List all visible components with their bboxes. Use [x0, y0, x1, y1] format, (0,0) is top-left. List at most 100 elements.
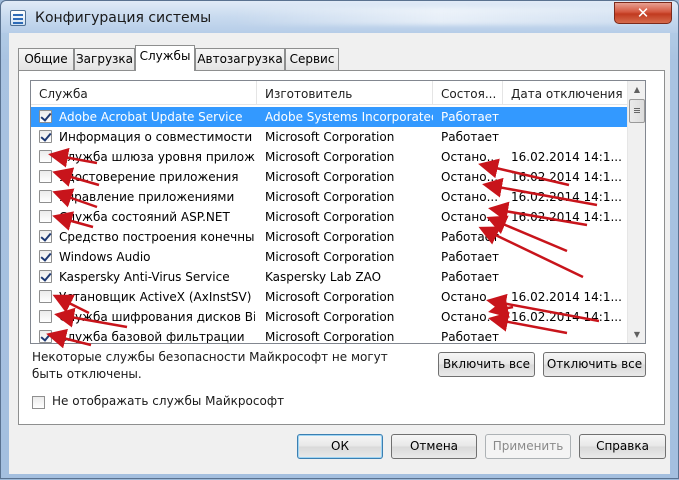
manufacturer-cell: Microsoft Corporation [265, 130, 395, 144]
status-cell: Остано... [441, 150, 499, 164]
manufacturer-cell: Microsoft Corporation [265, 170, 395, 184]
service-checkbox[interactable] [39, 110, 52, 123]
table-row[interactable]: Средство построения конечны... Microsoft … [31, 227, 627, 247]
msconfig-app-icon [10, 10, 26, 26]
status-cell: Работает [441, 330, 500, 344]
service-checkbox[interactable] [39, 310, 52, 323]
tab-boot[interactable]: Загрузка [74, 48, 135, 70]
table-row[interactable]: Windows Audio Microsoft Corporation Работа… [31, 247, 627, 267]
scroll-up-icon[interactable]: ▲ [629, 81, 645, 98]
tab-startup[interactable]: Автозагрузка [195, 48, 285, 70]
table-row[interactable]: Kaspersky Anti-Virus Service Kaspersky La… [31, 267, 627, 287]
manufacturer-cell: Microsoft Corporation [265, 290, 395, 304]
title-bar[interactable]: Конфигурация системы ✕ [1, 1, 678, 33]
column-header-disable-date[interactable]: Дата отключения [503, 81, 627, 105]
service-checkbox[interactable] [39, 330, 52, 343]
service-name-cell: Установщик ActiveX (AxInstSV) [59, 290, 252, 304]
service-name-cell: Удостоверение приложения [59, 170, 239, 184]
system-configuration-window: Конфигурация системы ✕ Общие Загрузка Сл… [0, 0, 679, 479]
table-row[interactable]: Служба шифрования дисков Bi... Microsoft … [31, 307, 627, 327]
manufacturer-cell: Microsoft Corporation [265, 230, 395, 244]
disable-date-cell: 16.02.2014 14:1... [511, 290, 622, 304]
service-checkbox[interactable] [39, 130, 52, 143]
table-row[interactable]: Установщик ActiveX (AxInstSV) Microsoft C… [31, 287, 627, 307]
disable-date-cell [511, 267, 627, 287]
enable-all-button[interactable]: Включить все [438, 352, 535, 377]
manufacturer-cell: Adobe Systems Incorporated [265, 110, 433, 124]
service-checkbox[interactable] [39, 290, 52, 303]
services-list[interactable]: Служба Изготовитель Состоя... Дата отклю… [30, 80, 646, 344]
manufacturer-cell: Microsoft Corporation [265, 210, 395, 224]
service-name-cell: Служба шлюза уровня прилож... [59, 150, 255, 164]
manufacturer-cell: Microsoft Corporation [265, 330, 395, 344]
service-checkbox[interactable] [39, 230, 52, 243]
service-name-cell: Управление приложениями [59, 190, 235, 204]
status-cell: Работает [441, 110, 500, 124]
manufacturer-cell: Microsoft Corporation [265, 310, 395, 324]
disable-date-cell: 16.02.2014 14:1... [511, 170, 622, 184]
service-name-cell: Служба шифрования дисков Bi... [59, 310, 255, 324]
table-row[interactable]: Служба состояний ASP.NET Microsoft Corpor… [31, 207, 627, 227]
table-row[interactable]: Adobe Acrobat Update Service Adobe System… [31, 107, 627, 127]
disable-date-cell [511, 227, 627, 247]
table-row[interactable]: Информация о совместимости ... Microsoft … [31, 127, 627, 147]
background-window-title-blur [231, 7, 651, 25]
hide-microsoft-services-label[interactable]: Не отображать службы Майкрософт [52, 394, 284, 408]
table-row[interactable]: Управление приложениями Microsoft Corpora… [31, 187, 627, 207]
disable-date-cell: 16.02.2014 14:1... [511, 310, 622, 324]
disable-date-cell [511, 247, 627, 267]
table-row[interactable]: Служба шлюза уровня прилож... Microsoft C… [31, 147, 627, 167]
manufacturer-cell: Kaspersky Lab ZAO [265, 270, 382, 284]
disable-date-cell: 16.02.2014 14:1... [511, 150, 622, 164]
tab-services[interactable]: Службы [135, 45, 195, 71]
status-cell: Работает [441, 130, 500, 144]
close-button[interactable]: ✕ [614, 2, 672, 24]
vertical-scrollbar[interactable]: ▲ ▼ [627, 81, 645, 343]
table-row[interactable]: Служба базовой фильтрации Microsoft Corpo… [31, 327, 627, 344]
status-cell: Остано... [441, 290, 499, 304]
status-cell: Остано... [441, 190, 499, 204]
service-name-cell: Информация о совместимости ... [59, 130, 255, 144]
hide-microsoft-services-checkbox[interactable] [32, 396, 45, 409]
service-checkbox[interactable] [39, 250, 52, 263]
apply-button: Применить [485, 434, 571, 459]
service-name-cell: Adobe Acrobat Update Service [59, 110, 243, 124]
status-cell: Работает [441, 250, 500, 264]
service-name-cell: Kaspersky Anti-Virus Service [59, 270, 230, 284]
disable-date-cell: 16.02.2014 14:1... [511, 210, 622, 224]
service-checkbox[interactable] [39, 150, 52, 163]
status-cell: Остано... [441, 310, 499, 324]
list-header: Служба Изготовитель Состоя... Дата отклю… [31, 81, 627, 105]
service-checkbox[interactable] [39, 170, 52, 183]
status-cell: Остано... [441, 210, 499, 224]
manufacturer-cell: Microsoft Corporation [265, 190, 395, 204]
service-name-cell: Средство построения конечны... [59, 230, 255, 244]
ok-button[interactable]: ОК [297, 434, 383, 459]
manufacturer-cell: Microsoft Corporation [265, 150, 395, 164]
service-name-cell: Windows Audio [59, 250, 151, 264]
disable-date-cell [511, 107, 627, 127]
column-header-manufacturer[interactable]: Изготовитель [257, 81, 433, 105]
tab-general[interactable]: Общие [18, 48, 74, 70]
manufacturer-cell: Microsoft Corporation [265, 250, 395, 264]
window-title: Конфигурация системы [35, 10, 212, 26]
disable-all-button[interactable]: Отключить все [543, 352, 646, 377]
column-header-service[interactable]: Служба [31, 81, 257, 105]
scroll-down-icon[interactable]: ▼ [629, 326, 645, 343]
disable-date-cell [511, 327, 627, 343]
status-cell: Остано... [441, 170, 499, 184]
disable-date-cell [511, 127, 627, 147]
table-row[interactable]: Удостоверение приложения Microsoft Corpor… [31, 167, 627, 187]
status-cell: Работает [441, 230, 500, 244]
status-cell: Работает [441, 270, 500, 284]
service-checkbox[interactable] [39, 270, 52, 283]
scroll-thumb[interactable] [629, 99, 645, 123]
help-button[interactable]: Справка [579, 434, 666, 459]
column-header-status[interactable]: Состоя... [433, 81, 503, 105]
service-checkbox[interactable] [39, 210, 52, 223]
service-name-cell: Служба базовой фильтрации [59, 330, 245, 344]
tab-tools[interactable]: Сервис [285, 48, 339, 70]
cancel-button[interactable]: Отмена [391, 434, 477, 459]
disable-date-cell: 16.02.2014 14:1... [511, 190, 622, 204]
service-checkbox[interactable] [39, 190, 52, 203]
